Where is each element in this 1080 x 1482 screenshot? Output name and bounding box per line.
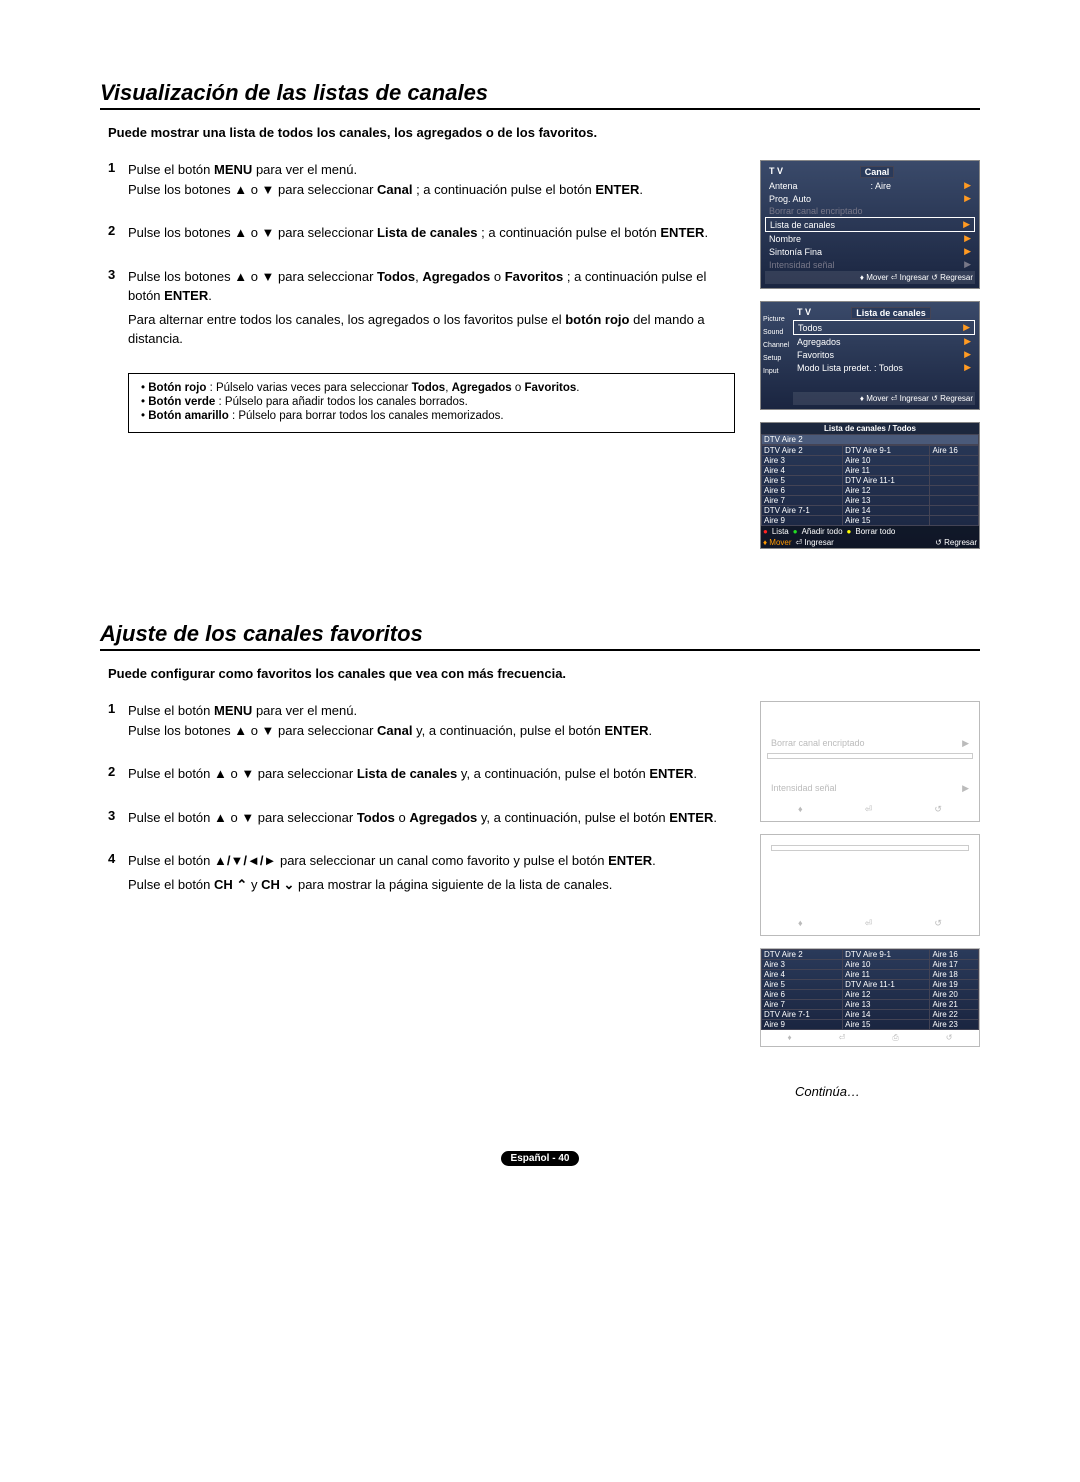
rule [100, 108, 980, 110]
section1-title: Visualización de las listas de canales [100, 80, 980, 106]
step-num: 2 [108, 764, 128, 788]
s2-step1-text: Pulse el botón MENU para ver el menú. Pu… [128, 701, 735, 744]
section1-intro: Puede mostrar una lista de todos los can… [100, 125, 980, 140]
enter-icon: ⏎ [865, 804, 873, 815]
continues: Continúa… [100, 1084, 860, 1099]
step-num: 1 [108, 160, 128, 203]
page-number: Español - 40 [100, 1149, 980, 1166]
step2-text: Pulse los botones ▲ o ▼ para seleccionar… [128, 223, 735, 247]
step-num: 1 [108, 701, 128, 744]
step-num: 4 [108, 851, 128, 898]
osd-channel-list-2: DTV Aire 2DTV Aire 9-1Aire 16Aire 3Aire … [760, 948, 980, 1047]
s2-step4-text: Pulse el botón ▲/▼/◄/► para seleccionar … [128, 851, 735, 898]
ghost-osd-2: ♦ ⏎ ↺ [760, 834, 980, 936]
move-icon: ♦ [798, 804, 803, 815]
osd-lista: PictureSoundChannelSetupInput T VLista d… [760, 301, 980, 410]
step-num: 3 [108, 267, 128, 353]
move-icon: ♦ [798, 918, 803, 929]
osd-canal: T VCanal Antena: Aire▶ Prog. Auto▶ Borra… [760, 160, 980, 289]
rule [100, 649, 980, 651]
ghost-osd-1: Borrar canal encriptado▶ Intensidad seña… [760, 701, 980, 822]
note-box: Botón rojo : Púlselo varias veces para s… [128, 373, 735, 433]
osd-channel-list: Lista de canales / Todos DTV Aire 2 DTV … [760, 422, 980, 549]
step-num: 3 [108, 808, 128, 832]
s2-step2-text: Pulse el botón ▲ o ▼ para seleccionar Li… [128, 764, 735, 788]
step1-text: Pulse el botón MENU para ver el menú. Pu… [128, 160, 735, 203]
section2-title: Ajuste de los canales favoritos [100, 621, 980, 647]
step-num: 2 [108, 223, 128, 247]
return-icon: ↺ [934, 804, 942, 815]
section2-intro: Puede configurar como favoritos los cana… [100, 666, 980, 681]
return-icon: ↺ [934, 918, 942, 929]
s2-step3-text: Pulse el botón ▲ o ▼ para seleccionar To… [128, 808, 735, 832]
enter-icon: ⏎ [865, 918, 873, 929]
step3-text: Pulse los botones ▲ o ▼ para seleccionar… [128, 267, 735, 353]
